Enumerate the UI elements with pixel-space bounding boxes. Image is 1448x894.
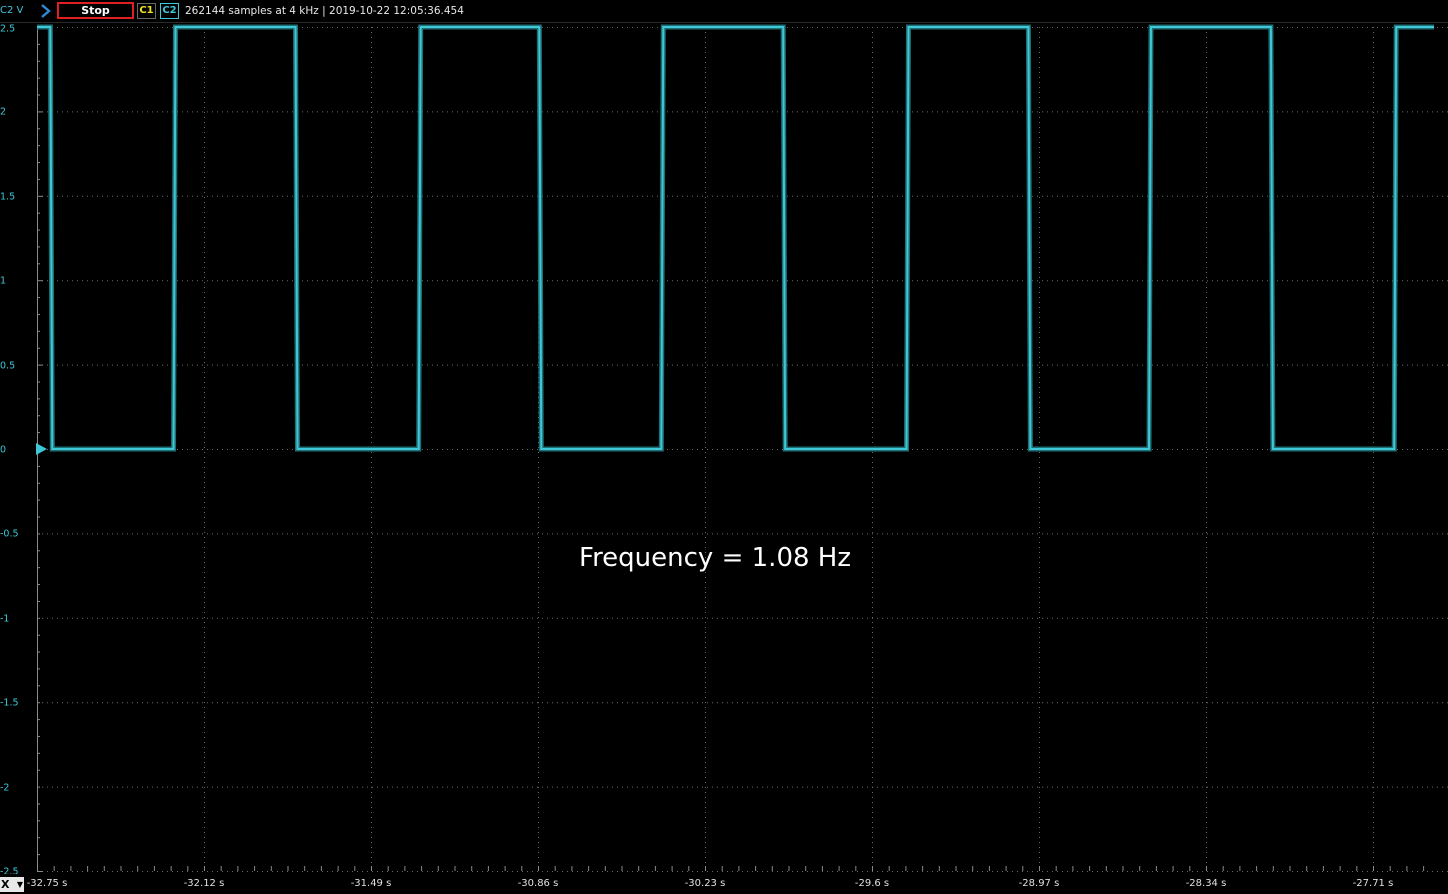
oscilloscope-plot[interactable] — [0, 22, 1448, 874]
plot-grid — [37, 27, 1448, 872]
x-tick-label: -28.34 s — [1185, 878, 1227, 889]
y-tick-label: 1.5 — [0, 191, 16, 203]
chevron-down-icon: ▼ — [16, 880, 23, 889]
stop-button[interactable]: Stop — [57, 2, 134, 19]
y-tick-label: -2 — [0, 782, 10, 794]
y-tick-label: -1 — [0, 613, 10, 625]
acquisition-status: 262144 samples at 4 kHz | 2019-10-22 12:… — [185, 5, 464, 17]
y-unit-label: C2 V — [0, 5, 24, 16]
chevron-right-icon[interactable] — [39, 3, 53, 19]
y-tick-label: 1 — [0, 275, 7, 287]
y-tick-label: 0.5 — [0, 360, 16, 372]
y-tick-label: -0.5 — [0, 528, 19, 540]
x-axis-menu-label: X — [1, 878, 10, 891]
y-tick-label: 2.5 — [0, 23, 16, 35]
channel-1-button[interactable]: C1 — [137, 3, 156, 19]
y-tick-label: 2 — [0, 106, 7, 118]
x-tick-label: -30.86 s — [517, 878, 559, 889]
channel-2-button[interactable]: C2 — [160, 3, 179, 19]
x-tick-label: -27.71 s — [1352, 878, 1394, 889]
triangle-right-icon[interactable] — [36, 443, 47, 455]
x-tick-label: -28.97 s — [1018, 878, 1060, 889]
frequency-annotation: Frequency = 1.08 Hz — [579, 543, 851, 573]
x-tick-label: -31.49 s — [350, 878, 392, 889]
x-axis-menu[interactable]: X ▼ — [0, 877, 24, 892]
x-tick-label: -32.12 s — [183, 878, 225, 889]
x-tick-label: -30.23 s — [684, 878, 726, 889]
c2-trace-line — [37, 26, 1434, 450]
c2-trace-shadow — [37, 24, 1434, 452]
x-axis-bar: X ▼ -32.75 s -32.12 s -31.49 s -30.86 s -30.… — [0, 874, 1448, 894]
toolbar: C2 V Stop C1 C2 262144 samples at 4 kHz … — [0, 0, 1448, 23]
x-tick-label: -29.6 s — [854, 878, 890, 889]
x-tick-label: -32.75 s — [26, 878, 68, 889]
y-tick-label: 0 — [0, 444, 7, 456]
c2-trace — [37, 24, 1434, 452]
y-tick-label: -1.5 — [0, 697, 19, 709]
